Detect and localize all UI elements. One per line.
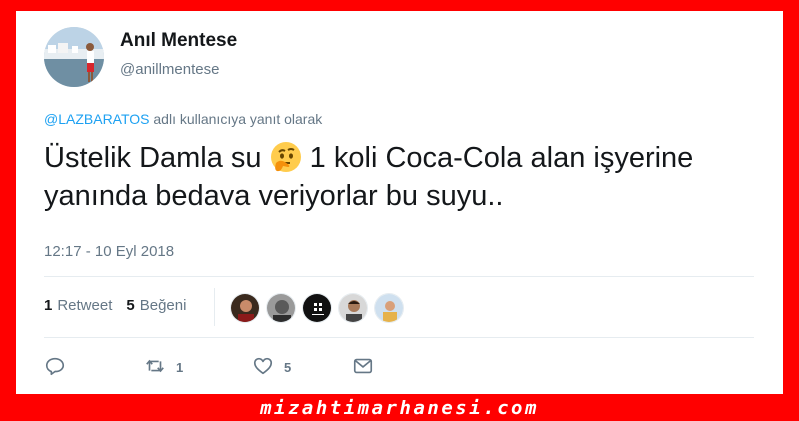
dm-action[interactable] [352, 355, 374, 380]
liker-avatar-2[interactable] [266, 293, 296, 323]
tweet-text: Üstelik Damla su 1 koli Coca-Cola alan i… [44, 139, 764, 215]
tweet-card: Anıl Mentese @anillmentese @LAZBARATOS a… [16, 11, 783, 394]
like-stat[interactable]: 5 Beğeni [126, 297, 186, 314]
tweet-text-part-1: Üstelik Damla su [44, 142, 270, 174]
heart-icon [252, 355, 274, 380]
liker-avatar-5[interactable] [374, 293, 404, 323]
retweet-stat[interactable]: 1 Retweet [44, 297, 112, 314]
liker-avatar-1[interactable] [230, 293, 260, 323]
thinking-face-emoji-icon [270, 141, 302, 173]
reply-mention-link[interactable]: @LAZBARATOS [44, 111, 150, 127]
retweet-icon [144, 355, 166, 380]
user-avatar[interactable] [44, 27, 104, 87]
divider-bottom [44, 337, 754, 338]
envelope-icon [352, 355, 374, 380]
tweet-timestamp[interactable]: 12:17 - 10 Eyl 2018 [44, 243, 174, 260]
liker-avatar-3[interactable] [302, 293, 332, 323]
liker-avatar-4[interactable] [338, 293, 368, 323]
stats-separator [214, 288, 215, 326]
like-action[interactable]: 5 [252, 355, 352, 380]
reply-context-text: adlı kullanıcıya yanıt olarak [149, 111, 323, 127]
divider-top [44, 276, 754, 277]
reply-context: @LAZBARATOS adlı kullanıcıya yanıt olara… [44, 111, 322, 127]
likers-row [230, 293, 410, 323]
watermark-text: mizahtimarhanesi.com [260, 397, 539, 419]
like-stat-count: 5 [126, 297, 135, 314]
user-handle[interactable]: @anillmentese [120, 61, 219, 78]
retweet-stat-label: Retweet [57, 297, 113, 314]
action-bar: 1 5 [44, 355, 374, 380]
engagement-stats: 1 Retweet 5 Beğeni [44, 297, 200, 314]
retweet-stat-count: 1 [44, 297, 53, 314]
like-stat-label: Beğeni [139, 297, 187, 314]
user-name[interactable]: Anıl Mentese [120, 30, 237, 52]
retweet-action[interactable]: 1 [144, 355, 252, 380]
retweet-action-count: 1 [176, 360, 184, 375]
reply-action[interactable] [44, 355, 144, 380]
like-action-count: 5 [284, 360, 292, 375]
reply-icon [44, 355, 66, 380]
